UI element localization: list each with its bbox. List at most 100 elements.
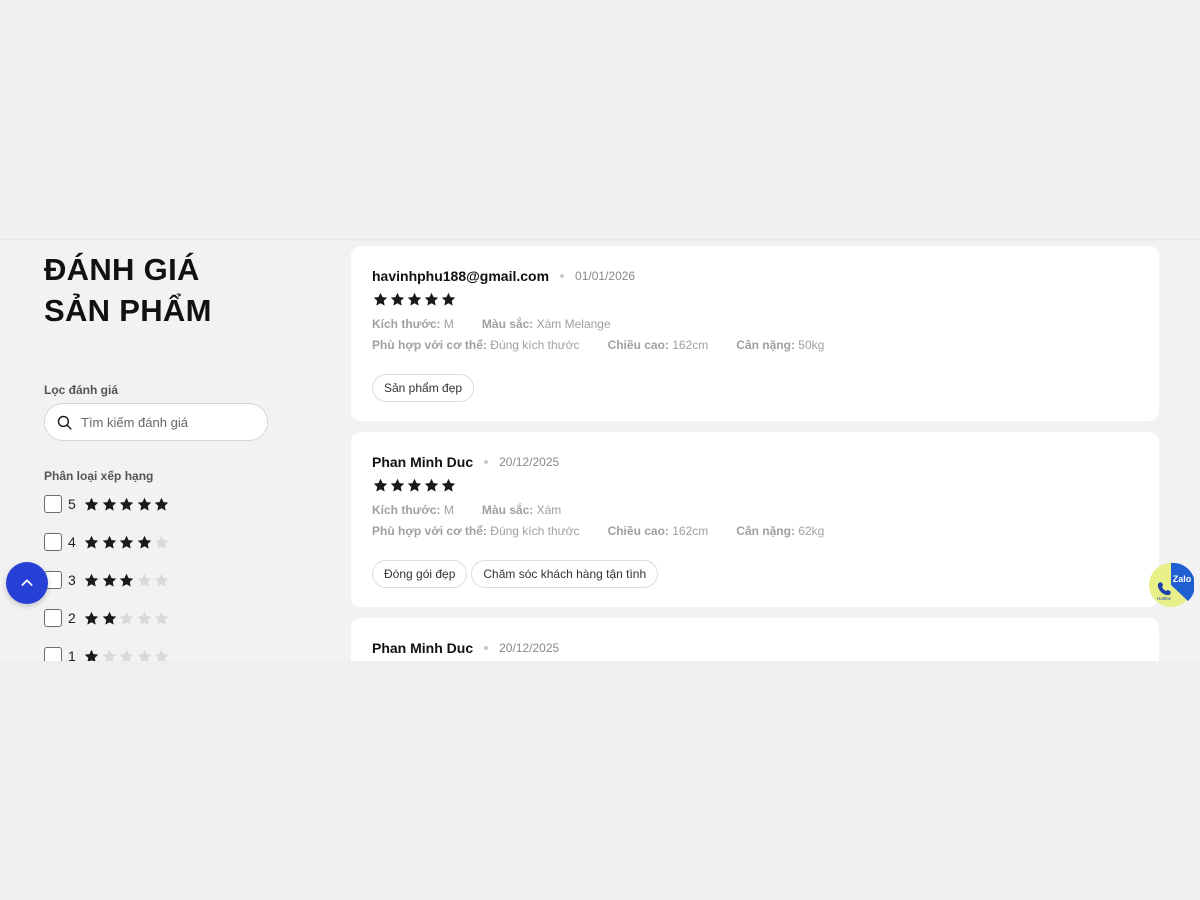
star-filled-icon: [102, 535, 116, 549]
chevron-up-icon: [21, 579, 33, 586]
hotline-label: Hotline: [1157, 596, 1172, 601]
star-filled-icon: [373, 478, 388, 492]
star-filled-icon: [137, 497, 151, 511]
height-attr-label: Chiều cao:: [607, 524, 669, 538]
weight-attr-label: Cân nặng:: [736, 524, 795, 538]
review-list: havinhphu188@gmail.com 01/01/2026 Kích t…: [351, 246, 1159, 661]
rating-number: 1: [68, 648, 76, 661]
rating-filter-option[interactable]: 4: [44, 523, 304, 561]
star-filled-icon: [137, 535, 151, 549]
fit-attr-value: Đúng kích thước: [490, 338, 580, 352]
height-attr-value: 162cm: [672, 524, 709, 538]
star-empty-icon: [137, 649, 151, 661]
product-reviews-section: ĐÁNH GIÁ SẢN PHẨM Lọc đánh giá Phân loại…: [0, 241, 1200, 661]
fit-attr-label: Phù hợp với cơ thể:: [372, 524, 487, 538]
zalo-hotline-icon: Zalo Hotline: [1149, 562, 1195, 607]
header-area: [0, 0, 1200, 240]
star-filled-icon: [84, 649, 99, 661]
star-filled-icon: [102, 497, 116, 511]
color-attribute: Màu sắc: Xám: [482, 503, 561, 517]
filter-label: Lọc đánh giá: [44, 383, 119, 397]
rating-stars: [83, 648, 171, 661]
review-tag: Đóng gói đẹp: [372, 560, 468, 588]
star-empty-icon: [137, 573, 151, 587]
rating-stars: [83, 572, 171, 589]
star-filled-icon: [84, 611, 99, 625]
rating-checkbox[interactable]: [44, 609, 62, 627]
star-filled-icon: [102, 611, 116, 625]
rating-filter-option[interactable]: 5: [44, 485, 304, 523]
rating-filter-option[interactable]: 3: [44, 561, 304, 599]
footer-area: [0, 661, 1200, 900]
size-attr-value: M: [443, 503, 454, 517]
rating-checkbox[interactable]: [44, 495, 62, 513]
fit-attribute: Phù hợp với cơ thể: Đúng kích thước: [372, 338, 580, 352]
review-tag: Chăm sóc khách hàng tận tình: [471, 560, 659, 588]
rating-filter-option[interactable]: 2: [44, 599, 304, 637]
height-attribute: Chiều cao: 162cm: [608, 524, 709, 538]
star-filled-icon: [441, 292, 456, 306]
star-filled-icon: [119, 497, 134, 511]
zalo-hotline-widget[interactable]: Zalo Hotline: [1148, 562, 1195, 608]
review-date: 20/12/2025: [499, 455, 560, 469]
star-filled-icon: [119, 535, 134, 549]
fit-attr-label: Phù hợp với cơ thể:: [372, 338, 487, 352]
star-filled-icon: [119, 573, 134, 587]
star-filled-icon: [407, 478, 422, 492]
reviewer-name: havinhphu188@gmail.com: [372, 268, 550, 284]
search-icon: [57, 415, 72, 430]
review-tags: Đóng gói đẹp Chăm sóc khách hàng tận tìn…: [372, 560, 1139, 588]
page-title-line1: ĐÁNH GIÁ: [44, 252, 200, 287]
search-box[interactable]: [44, 403, 268, 441]
rating-checkbox[interactable]: [44, 647, 62, 661]
fit-attr-value: Đúng kích thước: [490, 524, 580, 538]
search-input[interactable]: [81, 414, 251, 430]
review-tag: Sản phẩm đẹp: [372, 374, 475, 402]
weight-attribute: Cân nặng: 50kg: [736, 338, 824, 352]
weight-attr-value: 50kg: [798, 338, 825, 352]
star-filled-icon: [390, 292, 405, 306]
fit-attribute: Phù hợp với cơ thể: Đúng kích thước: [372, 524, 580, 538]
rating-filter-list: 5 4 3 2 1: [44, 485, 304, 661]
review-date: 01/01/2026: [575, 269, 636, 283]
color-attribute: Màu sắc: Xám Melange: [482, 317, 611, 331]
review-card: Phan Minh Duc 20/12/2025 Kích thước: M M…: [351, 432, 1159, 607]
rating-number: 5: [68, 496, 76, 512]
review-attributes-body: Phù hợp với cơ thể: Đúng kích thước Chiề…: [372, 524, 1139, 538]
star-filled-icon: [441, 478, 456, 492]
color-attr-label: Màu sắc:: [481, 317, 534, 331]
review-card: havinhphu188@gmail.com 01/01/2026 Kích t…: [351, 246, 1159, 421]
review-attributes-body: Phù hợp với cơ thể: Đúng kích thước Chiề…: [372, 338, 1139, 352]
separator-dot: [484, 460, 489, 464]
star-filled-icon: [424, 292, 439, 306]
star-filled-icon: [424, 478, 439, 492]
size-attribute: Kích thước: M: [372, 503, 454, 517]
rating-stars: [83, 534, 171, 551]
star-filled-icon: [390, 478, 405, 492]
height-attr-value: 162cm: [672, 338, 709, 352]
star-empty-icon: [154, 649, 169, 661]
color-attr-value: Xám Melange: [536, 317, 611, 331]
star-empty-icon: [154, 535, 169, 549]
size-attr-label: Kích thước:: [372, 317, 441, 331]
review-date: 20/12/2025: [499, 641, 560, 655]
reviewer-name: Phan Minh Duc: [372, 454, 474, 470]
rating-stars: [83, 610, 171, 627]
scroll-to-top-button[interactable]: [6, 562, 48, 604]
separator-dot: [560, 274, 565, 278]
color-attr-label: Màu sắc:: [481, 503, 534, 517]
height-attr-label: Chiều cao:: [607, 338, 669, 352]
review-attributes: Kích thước: M Màu sắc: Xám: [372, 503, 1139, 517]
star-empty-icon: [119, 611, 134, 625]
rating-checkbox[interactable]: [44, 533, 62, 551]
star-empty-icon: [137, 611, 151, 625]
rating-number: 3: [68, 572, 76, 588]
color-attr-value: Xám: [536, 503, 562, 517]
height-attribute: Chiều cao: 162cm: [608, 338, 709, 352]
review-stars: [372, 477, 1139, 494]
star-empty-icon: [102, 649, 116, 661]
separator-dot: [484, 646, 489, 650]
rating-filter-option[interactable]: 1: [44, 637, 304, 661]
weight-attribute: Cân nặng: 62kg: [736, 524, 824, 538]
weight-attr-value: 62kg: [798, 524, 825, 538]
